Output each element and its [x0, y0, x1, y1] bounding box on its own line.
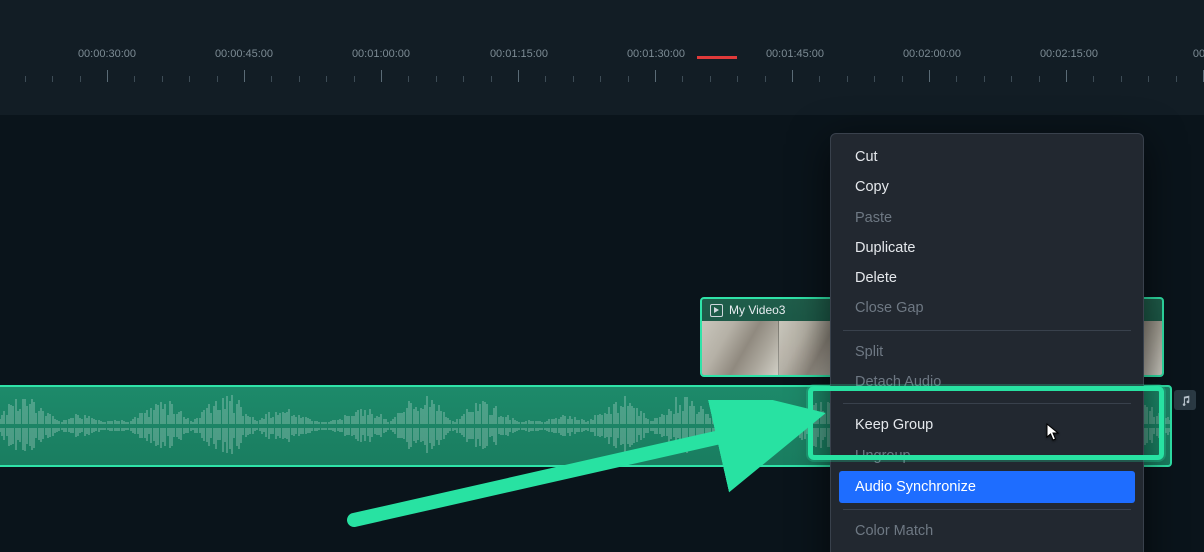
- time-label: 00:00:45:00: [215, 48, 273, 60]
- music-icon: [1174, 390, 1196, 410]
- menu-separator: [843, 509, 1131, 510]
- menu-separator: [843, 330, 1131, 331]
- menu-item-paste: Paste: [831, 203, 1143, 233]
- menu-item-delete[interactable]: Delete: [831, 263, 1143, 293]
- time-label: 00:01:00:00: [352, 48, 410, 60]
- menu-item-audio-synchronize[interactable]: Audio Synchronize: [839, 471, 1135, 503]
- time-label: 00:01:15:00: [490, 48, 548, 60]
- menu-item-ungroup: Ungroup: [831, 441, 1143, 471]
- context-menu[interactable]: CutCopyPasteDuplicateDeleteClose Gap Spli…: [830, 133, 1144, 552]
- time-label: 00:00:30:00: [78, 48, 136, 60]
- menu-item-close-gap: Close Gap: [831, 293, 1143, 323]
- video-editor-timeline: 00:00:30:00 00:00:45:00 00:01:00:00 00:01:1…: [0, 0, 1204, 552]
- menu-item-keep-group[interactable]: Keep Group: [831, 410, 1143, 440]
- time-label: 00:01:30:00: [627, 48, 685, 60]
- menu-item-duplicate[interactable]: Duplicate: [831, 233, 1143, 263]
- menu-item-color-match: Color Match: [831, 516, 1143, 546]
- menu-item-copy[interactable]: Copy: [831, 172, 1143, 202]
- clip-name-label: My Video3: [729, 303, 785, 317]
- time-label: 00:02:15:00: [1040, 48, 1098, 60]
- menu-separator: [843, 403, 1131, 404]
- menu-item-cut[interactable]: Cut: [831, 142, 1143, 172]
- time-label: 00:02:00:00: [903, 48, 961, 60]
- time-label: 00: [1193, 48, 1204, 60]
- cursor-icon: [1046, 423, 1060, 441]
- play-icon: [710, 304, 723, 317]
- timeline-ruler[interactable]: 00:00:30:00 00:00:45:00 00:01:00:00 00:01:1…: [0, 0, 1204, 115]
- menu-item-split: Split: [831, 337, 1143, 367]
- menu-item-detach-audio: Detach Audio: [831, 367, 1143, 397]
- time-label: 00:01:45:00: [766, 48, 824, 60]
- playhead-region: [697, 56, 737, 59]
